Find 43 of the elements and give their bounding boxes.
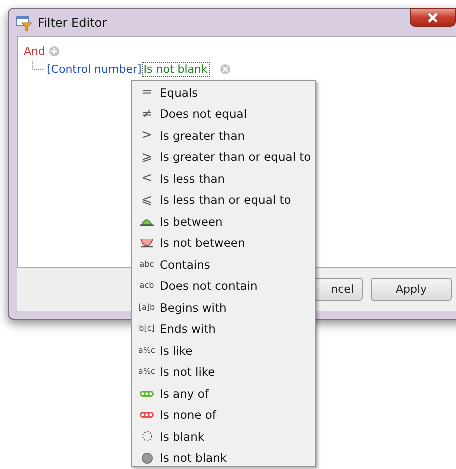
text-icon: abc [140,260,154,269]
close-button[interactable] [410,8,456,27]
text-icon: acb [140,282,154,290]
between-icon [140,216,154,227]
menu-item[interactable]: ⩾ Is greater than or equal to [134,146,313,168]
filled-circle-icon [142,452,152,464]
menu-item[interactable]: > Is greater than [134,125,313,146]
close-icon [427,12,439,22]
operator-icon: < [142,172,152,186]
operator-icon: ⩾ [142,150,152,164]
text-icon: a%c [138,346,156,355]
menu-item[interactable]: Is blank [134,426,313,448]
menu-item[interactable]: a%c Is like [134,340,313,362]
dots-pill-icon [140,390,154,397]
menu-item[interactable]: = Equals [134,82,313,104]
not-between-icon [140,238,154,248]
remove-icon[interactable] [220,64,231,74]
menu-item[interactable]: a%c Is not like [134,362,313,383]
filter-table-icon [16,14,32,30]
menu-item[interactable]: Is not between [134,232,313,254]
text-icon: b[c] [139,325,155,334]
field-name[interactable]: [Control number] [47,62,142,76]
menu-item[interactable]: Is none of [134,404,313,426]
dialog-button[interactable]: Apply [371,278,452,301]
menu-item[interactable]: Is between [134,211,313,232]
group-operator[interactable]: And [24,44,46,58]
operator-icon: > [142,129,152,142]
dashed-circle-icon [142,431,152,442]
menu-item[interactable]: Is not blank [134,448,313,469]
operator-icon: ⩽ [142,194,152,207]
operator-icon: ≠ [142,108,152,121]
text-icon: [a]b [138,304,156,312]
window-title: Filter Editor [38,16,108,30]
menu-item[interactable]: b[c] Ends with [134,318,313,340]
menu-item[interactable]: < Is less than [134,168,313,190]
operator-icon: = [142,86,152,100]
menu-item[interactable]: ≠ Does not equal [134,104,313,125]
operator-link[interactable]: Is not blank [142,62,210,76]
menu-item[interactable]: Is any of [134,383,313,404]
text-icon: a%c [138,368,156,376]
menu-item[interactable]: ⩽ Is less than or equal to [134,190,313,211]
menu-item[interactable]: abc Contains [134,254,313,276]
add-icon[interactable] [49,46,60,56]
